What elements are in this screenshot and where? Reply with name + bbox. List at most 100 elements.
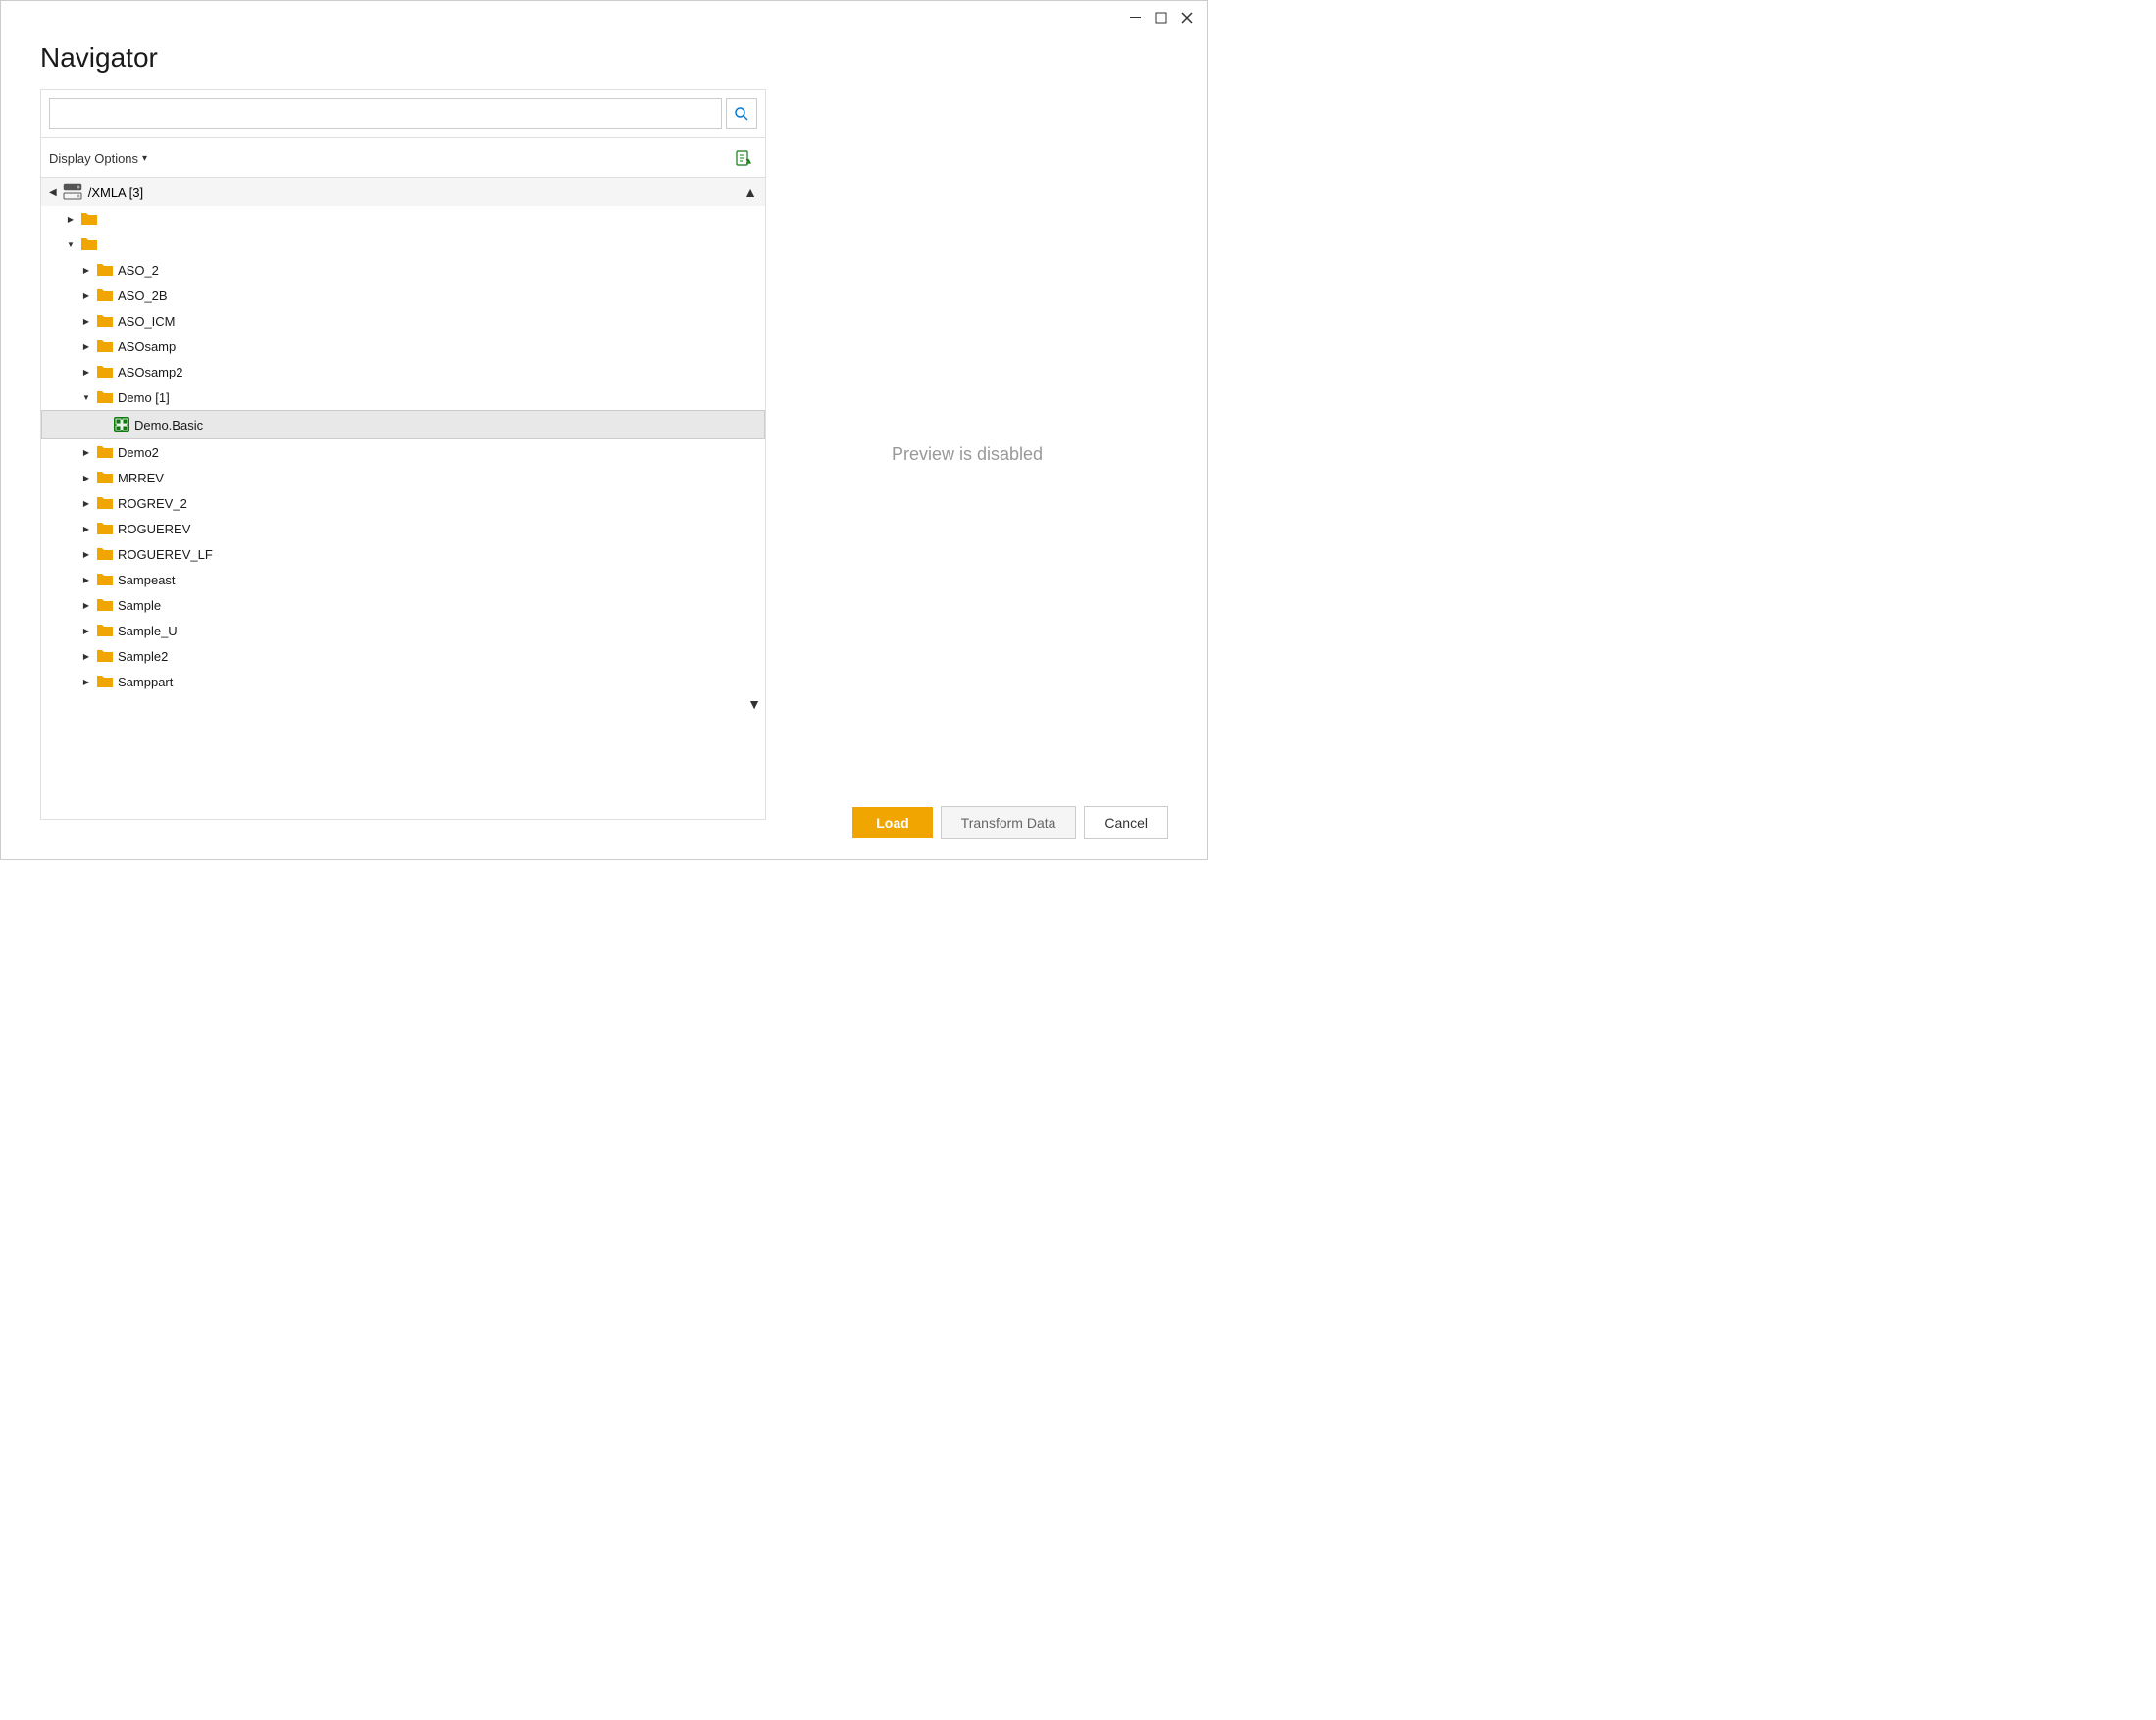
expand-icon[interactable]: ▶ (80, 625, 92, 636)
list-item[interactable]: ▶ ASO_2B (41, 282, 765, 308)
display-options-label: Display Options (49, 151, 138, 166)
expand-icon[interactable]: ▶ (80, 264, 92, 276)
expand-icon[interactable] (97, 419, 109, 430)
list-item[interactable]: ▶ Sample_U (41, 618, 765, 643)
list-item[interactable]: ▶ Sampeast (41, 567, 765, 592)
server-icon (63, 183, 82, 201)
folder-icon (96, 338, 114, 354)
item-label: Demo.Basic (134, 418, 203, 432)
expand-icon[interactable]: ▶ (80, 315, 92, 327)
item-label: ASO_ICM (118, 314, 176, 329)
list-item[interactable]: ▶ Sample2 (41, 643, 765, 669)
search-input[interactable] (49, 98, 722, 129)
list-item[interactable]: ▶ ROGUEREV_LF (41, 541, 765, 567)
folder-icon (96, 546, 114, 562)
export-button[interactable] (730, 144, 757, 172)
left-panel: Display Options ▾ ◀ (40, 89, 766, 820)
expand-icon[interactable]: ▶ (80, 472, 92, 483)
folder-icon (96, 313, 114, 329)
preview-disabled-text: Preview is disabled (892, 444, 1043, 465)
list-item[interactable]: ▶ Sample (41, 592, 765, 618)
display-options-arrow-icon: ▾ (142, 153, 147, 164)
folder-icon (96, 470, 114, 485)
folder-icon (96, 521, 114, 536)
folder-icon (96, 572, 114, 587)
list-item[interactable]: ▶ ASOsamp (41, 333, 765, 359)
item-label: ROGUEREV (118, 522, 190, 536)
expand-icon[interactable]: ▶ (80, 599, 92, 611)
expand-icon[interactable]: ▶ (80, 574, 92, 585)
maximize-button[interactable] (1153, 9, 1170, 26)
expand-icon[interactable]: ▶ (80, 289, 92, 301)
list-item[interactable]: ▶ (41, 206, 765, 231)
item-label: Sample_U (118, 624, 178, 638)
list-item[interactable]: ▶ ASO_2 (41, 257, 765, 282)
item-label: ROGREV_2 (118, 496, 187, 511)
item-label: ASOsamp2 (118, 365, 182, 379)
folder-icon (80, 236, 98, 252)
folder-icon (96, 648, 114, 664)
collapse-all-icon[interactable]: ◀ (49, 187, 57, 198)
tree-header-row: ◀ /XMLA [3] ▲ (41, 178, 765, 206)
item-label: ASO_2 (118, 263, 159, 278)
item-label: Sample (118, 598, 161, 613)
expand-icon[interactable]: ▶ (80, 548, 92, 560)
item-label: ASO_2B (118, 288, 168, 303)
collapse-icon[interactable]: ▼ (80, 391, 92, 403)
search-button[interactable] (726, 98, 757, 129)
scroll-up-icon[interactable]: ▲ (744, 184, 757, 200)
load-button[interactable]: Load (852, 807, 932, 838)
expand-icon[interactable]: ▶ (80, 676, 92, 687)
search-bar (41, 90, 765, 138)
list-item[interactable]: ▶ MRREV (41, 465, 765, 490)
page-title: Navigator (1, 34, 1207, 89)
toolbar: Display Options ▾ (41, 138, 765, 178)
list-item[interactable]: ▶ Samppart (41, 669, 765, 694)
list-item[interactable]: ▼ (41, 231, 765, 257)
main-content: Display Options ▾ ◀ (1, 89, 1207, 820)
minimize-button[interactable] (1127, 9, 1145, 26)
expand-icon[interactable]: ▶ (80, 340, 92, 352)
bottom-bar: Load Transform Data Cancel (852, 806, 1168, 839)
expand-icon[interactable]: ▶ (80, 650, 92, 662)
item-label: Demo [1] (118, 390, 170, 405)
title-bar (1, 1, 1207, 34)
list-item[interactable]: ▶ ASOsamp2 (41, 359, 765, 384)
list-item[interactable]: ▼ Demo [1] (41, 384, 765, 410)
tree-items-container: ▶ ▼ ▶ ASO_2▶ ASO_2B▶ ASO_ICM▶ ASOsamp▶ A… (41, 206, 765, 694)
expand-icon[interactable]: ▶ (80, 497, 92, 509)
list-item[interactable]: Demo.Basic (41, 410, 765, 439)
item-label: ASOsamp (118, 339, 176, 354)
tree-header-label: /XMLA [3] (88, 185, 738, 200)
expand-icon[interactable]: ▶ (80, 446, 92, 458)
folder-icon (96, 262, 114, 278)
expand-icon[interactable]: ▶ (80, 366, 92, 378)
list-item[interactable]: ▶ ROGREV_2 (41, 490, 765, 516)
folder-icon (80, 211, 98, 227)
transform-data-button[interactable]: Transform Data (941, 806, 1077, 839)
folder-icon (96, 287, 114, 303)
folder-icon (96, 364, 114, 379)
cancel-button[interactable]: Cancel (1084, 806, 1168, 839)
folder-icon (96, 444, 114, 460)
tree-container[interactable]: ◀ /XMLA [3] ▲ ▶ ▼ ▶ ASO_2▶ ASO_2B▶ AS (41, 178, 765, 819)
expand-icon[interactable]: ▶ (80, 523, 92, 534)
list-item[interactable]: ▶ ASO_ICM (41, 308, 765, 333)
item-label: Demo2 (118, 445, 159, 460)
folder-icon (96, 495, 114, 511)
expand-icon[interactable]: ▶ (65, 213, 77, 225)
cube-icon (113, 416, 130, 433)
list-item[interactable]: ▶ ROGUEREV (41, 516, 765, 541)
close-button[interactable] (1178, 9, 1196, 26)
folder-icon (96, 623, 114, 638)
display-options-button[interactable]: Display Options ▾ (49, 151, 147, 166)
scroll-down-icon[interactable]: ▼ (747, 696, 761, 712)
right-panel: Preview is disabled (766, 89, 1168, 820)
folder-icon (96, 597, 114, 613)
item-label: Sample2 (118, 649, 168, 664)
collapse-icon[interactable]: ▼ (65, 238, 77, 250)
item-label: Sampeast (118, 573, 176, 587)
list-item[interactable]: ▶ Demo2 (41, 439, 765, 465)
item-label: ROGUEREV_LF (118, 547, 213, 562)
item-label: Samppart (118, 675, 173, 689)
